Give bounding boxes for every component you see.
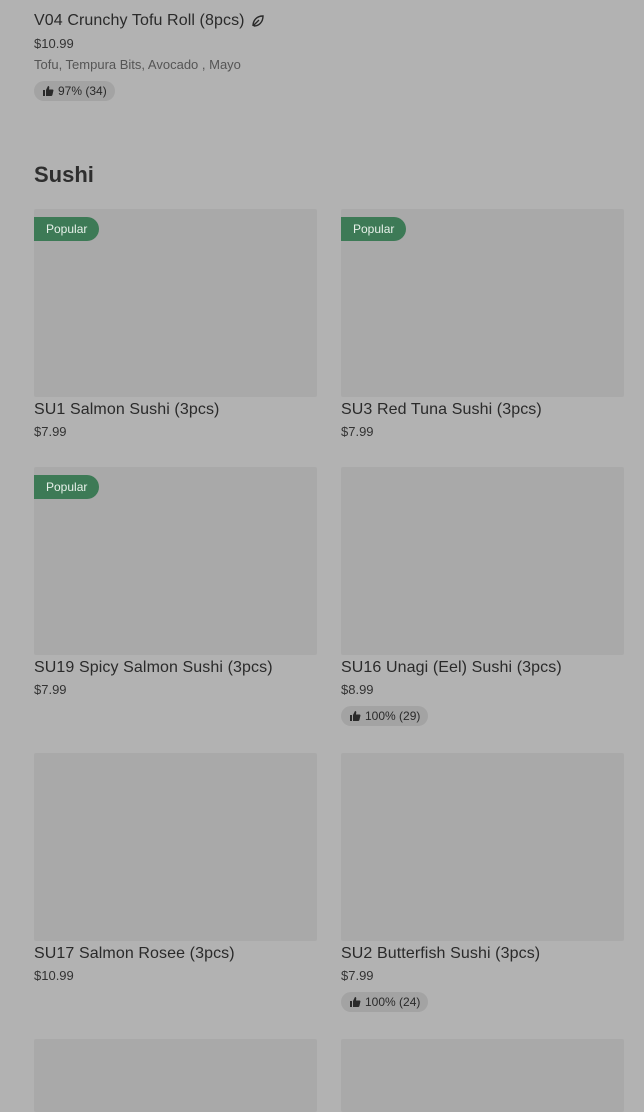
item-price: $7.99: [34, 424, 67, 439]
item-price: $10.99: [34, 36, 74, 51]
item-price: $7.99: [341, 968, 374, 983]
item-image[interactable]: [341, 467, 624, 655]
item-title: SU17 Salmon Rosee (3pcs): [34, 945, 235, 962]
item-title: SU16 Unagi (Eel) Sushi (3pcs): [341, 659, 562, 676]
popular-badge: Popular: [34, 217, 100, 241]
section-title: Sushi: [34, 162, 94, 187]
item-image[interactable]: Popular: [34, 209, 317, 397]
item-title-row: V04 Crunchy Tofu Roll (8pcs): [34, 12, 265, 30]
item-price: $7.99: [341, 424, 374, 439]
item-image[interactable]: [341, 753, 624, 941]
item-description: Tofu, Tempura Bits, Avocado , Mayo: [34, 57, 241, 72]
menu-card[interactable]: SU2 Butterfish Sushi (3pcs) $7.99 100% (…: [341, 753, 624, 1013]
thumbs-up-icon: [349, 996, 361, 1008]
menu-card[interactable]: [34, 1039, 317, 1112]
menu-card[interactable]: [341, 1039, 624, 1112]
item-image[interactable]: Popular: [34, 467, 317, 655]
item-title: SU19 Spicy Salmon Sushi (3pcs): [34, 659, 273, 676]
menu-card[interactable]: SU16 Unagi (Eel) Sushi (3pcs) $8.99 100%…: [341, 467, 624, 727]
rating-text: 100% (24): [365, 995, 421, 1009]
item-price: $8.99: [341, 682, 374, 697]
item-image[interactable]: Popular: [341, 209, 624, 397]
thumbs-up-icon: [349, 710, 361, 722]
rating-badge: 97% (34): [34, 81, 115, 101]
rating-badge: 100% (29): [341, 706, 429, 726]
item-title: V04 Crunchy Tofu Roll (8pcs): [34, 12, 245, 29]
popular-badge: Popular: [34, 475, 100, 499]
menu-card[interactable]: Popular SU1 Salmon Sushi (3pcs) $7.99: [34, 209, 317, 439]
item-price: $7.99: [34, 682, 67, 697]
item-title: SU2 Butterfish Sushi (3pcs): [341, 945, 541, 962]
rating-badge: 100% (24): [341, 992, 429, 1012]
menu-card[interactable]: Popular SU3 Red Tuna Sushi (3pcs) $7.99: [341, 209, 624, 439]
item-price: $10.99: [34, 968, 74, 983]
menu-card[interactable]: SU17 Salmon Rosee (3pcs) $10.99: [34, 753, 317, 983]
item-image[interactable]: [34, 753, 317, 941]
leaf-icon: [251, 14, 265, 28]
thumbs-up-icon: [42, 85, 54, 97]
menu-item-crunchy-tofu-roll[interactable]: V04 Crunchy Tofu Roll (8pcs) $10.99 Tofu…: [34, 12, 265, 102]
menu-card[interactable]: Popular SU19 Spicy Salmon Sushi (3pcs) $…: [34, 467, 317, 697]
popular-badge: Popular: [341, 217, 407, 241]
rating-text: 97% (34): [58, 84, 107, 98]
item-title: SU3 Red Tuna Sushi (3pcs): [341, 401, 542, 418]
item-title: SU1 Salmon Sushi (3pcs): [34, 401, 220, 418]
rating-text: 100% (29): [365, 709, 421, 723]
item-image[interactable]: [34, 1039, 317, 1112]
item-image[interactable]: [341, 1039, 624, 1112]
